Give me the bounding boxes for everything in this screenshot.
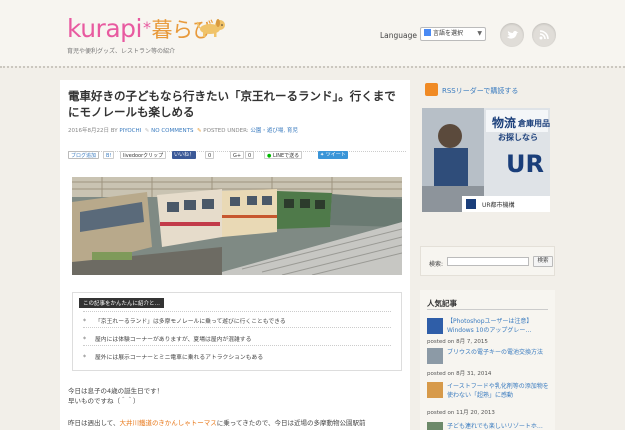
folder-icon: ✎ <box>196 128 202 134</box>
post-meta: 2016年8月22日 BY PIYOCHI ✎ NO COMMENTS ✎ PO… <box>68 126 298 134</box>
body-text-prefix: 昨日は週出して、 <box>68 419 120 427</box>
chevron-down-icon: ▼ <box>477 30 482 37</box>
post-thumbnail[interactable] <box>427 348 443 364</box>
summary-item: 「京王れーるランド」は多摩モノレールに乗って遊びに行くこともできる <box>83 316 286 325</box>
rss-subscribe-link[interactable]: RSSリーダーで購読する <box>425 83 518 96</box>
logo-star: * <box>142 18 151 37</box>
summary-divider <box>83 311 391 312</box>
post-comments[interactable]: NO COMMENTS <box>151 128 193 134</box>
google-plus-count: 0 <box>245 151 255 159</box>
popular-posts-title: 人気記事 <box>427 299 457 308</box>
post-title[interactable]: 電車好きの子どもなら行きたい「京王れーるランド」。行くまでにモノレールも楽しめる <box>68 88 406 120</box>
summary-divider <box>83 327 391 328</box>
ad-headline-1: 物流 <box>492 115 516 130</box>
popular-post-link[interactable]: 子ども連れでも楽しいリゾートホ… <box>447 422 552 430</box>
body-paragraph: 早いものですね（＾＾） <box>68 397 140 405</box>
train-depot-photo <box>72 177 402 275</box>
ad-headline-2: 倉庫用品 <box>517 118 550 128</box>
google-plus-button[interactable]: G+ <box>230 151 245 159</box>
post-thumbnail[interactable] <box>427 422 443 430</box>
language-select[interactable]: 言語を選択 ▼ <box>420 27 486 41</box>
google-translate-icon <box>424 29 431 36</box>
summary-divider <box>83 345 391 346</box>
rss-feed-icon <box>539 30 549 40</box>
post-thumbnail[interactable] <box>427 382 443 398</box>
popular-divider <box>427 309 548 310</box>
search-widget: 検索: 検索 <box>420 246 555 276</box>
language-label: Language : <box>380 31 422 40</box>
twitter-bird-icon <box>507 30 519 39</box>
post-content: 電車好きの子どもなら行きたい「京王れーるランド」。行くまでにモノレールも楽しめる… <box>60 80 410 430</box>
body-text-suffix: に乗ってきたので、今日は近場の多摩動物公園駅前 <box>216 419 366 427</box>
search-input[interactable] <box>447 257 529 266</box>
summary-heading: この記事をかんたんに紹介と… <box>79 298 165 308</box>
ad-company: UR都市機構 <box>482 201 515 209</box>
line-icon: ● <box>267 153 272 159</box>
body-paragraph: 今日は息子の4歳の誕生日です！ <box>68 387 164 395</box>
tweet-button[interactable]: ✦ ツイート <box>318 151 348 159</box>
summary-item: 屋外には展示コーナーとミニ電車に乗れるアトラクションもある <box>83 352 263 361</box>
post-posted-under: POSTED UNDER: <box>203 128 249 134</box>
rss-icon <box>425 83 438 96</box>
rss-subscribe-label: RSSリーダーで購読する <box>442 87 519 95</box>
rss-button[interactable] <box>532 23 556 47</box>
post-date: 2016年8月22日 <box>68 128 109 134</box>
thomas-link[interactable]: 大井川鐵道のきかんしゃトーマス <box>119 419 216 427</box>
dachshund-logo-icon <box>197 19 225 37</box>
post-by: BY <box>110 128 118 134</box>
ad-headline-3: お探しなら <box>498 132 538 142</box>
popular-post-link[interactable]: イーストフードや乳化剤等の添加物を使わない「超熟」に感動 <box>447 382 552 400</box>
comment-icon: ✎ <box>144 128 150 134</box>
popular-posts-widget: 人気記事 【Photoshopユーザーは注意】Windows 10のアップグレー… <box>420 290 555 430</box>
search-button[interactable]: 検索 <box>533 256 553 267</box>
popular-post-link[interactable]: 【Photoshopユーザーは注意】Windows 10のアップグレー… <box>447 317 552 335</box>
popular-post-link[interactable]: ブリウスの電子キーの電池交換方法 <box>447 348 552 357</box>
post-author[interactable]: PIYOCHI <box>119 128 141 134</box>
post-categories[interactable]: 公園・遊び場, 育児 <box>250 128 298 134</box>
twitter-bird-icon: ✦ <box>320 152 325 158</box>
popular-post-date: posted on 8月 7, 2015 <box>427 339 488 345</box>
post-thumbnail[interactable] <box>427 318 443 334</box>
livedoor-clip-button[interactable]: livedoorクリップ <box>120 151 167 159</box>
search-label: 検索: <box>429 261 444 268</box>
summary-box: この記事をかんたんに紹介と… 「京王れーるランド」は多摩モノレールに乗って遊びに… <box>72 292 402 371</box>
ur-advertisement[interactable]: 物流 倉庫用品 お探しなら UR UR都市機構 <box>422 108 550 212</box>
line-share-button[interactable]: ● LINEで送る <box>264 151 303 159</box>
body-paragraph: 昨日は週出して、大井川鐵道のきかんしゃトーマスに乗ってきたので、今日は近場の多摩… <box>68 417 366 427</box>
twitter-button[interactable] <box>500 23 524 47</box>
facebook-like-count: 0 <box>205 151 215 159</box>
header-divider <box>0 66 625 69</box>
ad-brand: UR <box>506 150 544 178</box>
hatena-bookmark-button[interactable]: ブログ追加 <box>68 151 100 159</box>
popular-post-date: posted on 8月 31, 2014 <box>427 371 492 377</box>
hatena-count-badge: B! <box>103 151 115 159</box>
site-header: kurapi*暮らび 育児や便利グッズ、レストラン等の紹介 Language :… <box>0 0 625 66</box>
popular-post-date: posted on 11月 20, 2013 <box>427 410 495 416</box>
summary-item: 屋内には体験コーナーがありますが、夏場は屋内が混雑する <box>83 334 251 343</box>
site-logo[interactable]: kurapi*暮らび <box>67 14 213 44</box>
logo-text: kurapi <box>67 14 142 43</box>
facebook-like-button[interactable]: いいね！ <box>172 151 197 159</box>
site-tagline: 育児や便利グッズ、レストラン等の紹介 <box>67 48 176 55</box>
tweet-label: ツイート <box>325 152 346 158</box>
line-share-label: LINEで送る <box>272 153 300 159</box>
language-select-value: 言語を選択 <box>433 30 464 37</box>
